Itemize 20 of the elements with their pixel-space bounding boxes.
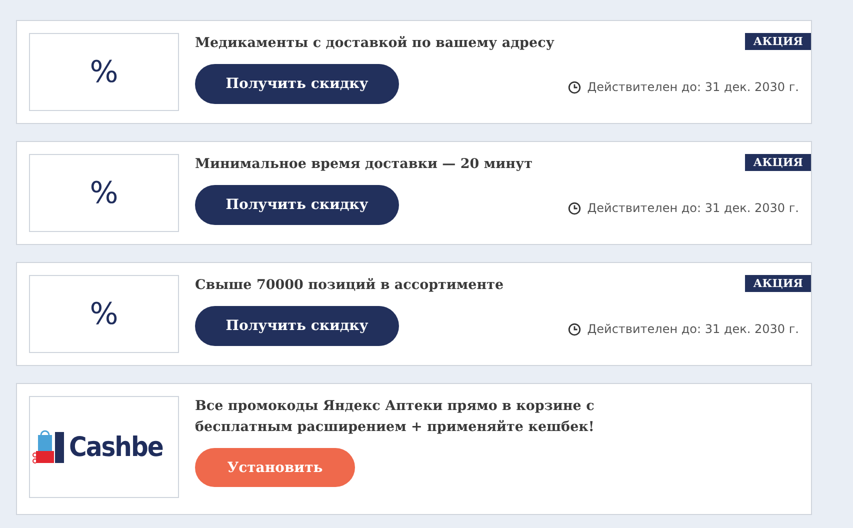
promo-badge: АКЦИЯ: [745, 275, 811, 292]
valid-until-text: Действителен до: 31 дек. 2030 г.: [587, 201, 799, 215]
clock-icon: [568, 80, 582, 94]
offer-title: Все промокоды Яндекс Аптеки прямо в корзине с бесплатным расширением + применяйте кешбек!: [195, 397, 596, 437]
discount-button[interactable]: Получить скидку: [195, 64, 399, 104]
offer-title: Минимальное время доставки — 20 минут: [195, 155, 532, 174]
offer-title: Свыше 70000 позиций в ассортименте: [195, 276, 504, 295]
valid-until-text: Действителен до: 31 дек. 2030 г.: [587, 322, 799, 336]
percent-sign: %: [90, 54, 118, 90]
percent-sign: %: [90, 176, 118, 210]
clock-icon: [568, 322, 582, 336]
offer-title: Медикаменты с доставкой по вашему адресу: [195, 34, 554, 53]
percent-sign: %: [90, 296, 118, 332]
promo-badge: АКЦИЯ: [745, 154, 811, 171]
discount-button[interactable]: Получить скидку: [195, 306, 399, 346]
clock-icon: [568, 202, 582, 214]
promo-badge: АКЦИЯ: [745, 33, 811, 50]
valid-until-text: Действителен до: 31 дек. 2030 г.: [587, 80, 799, 94]
discount-button[interactable]: Получить скидку: [195, 185, 399, 225]
logo-text: Cashbe: [69, 432, 163, 462]
